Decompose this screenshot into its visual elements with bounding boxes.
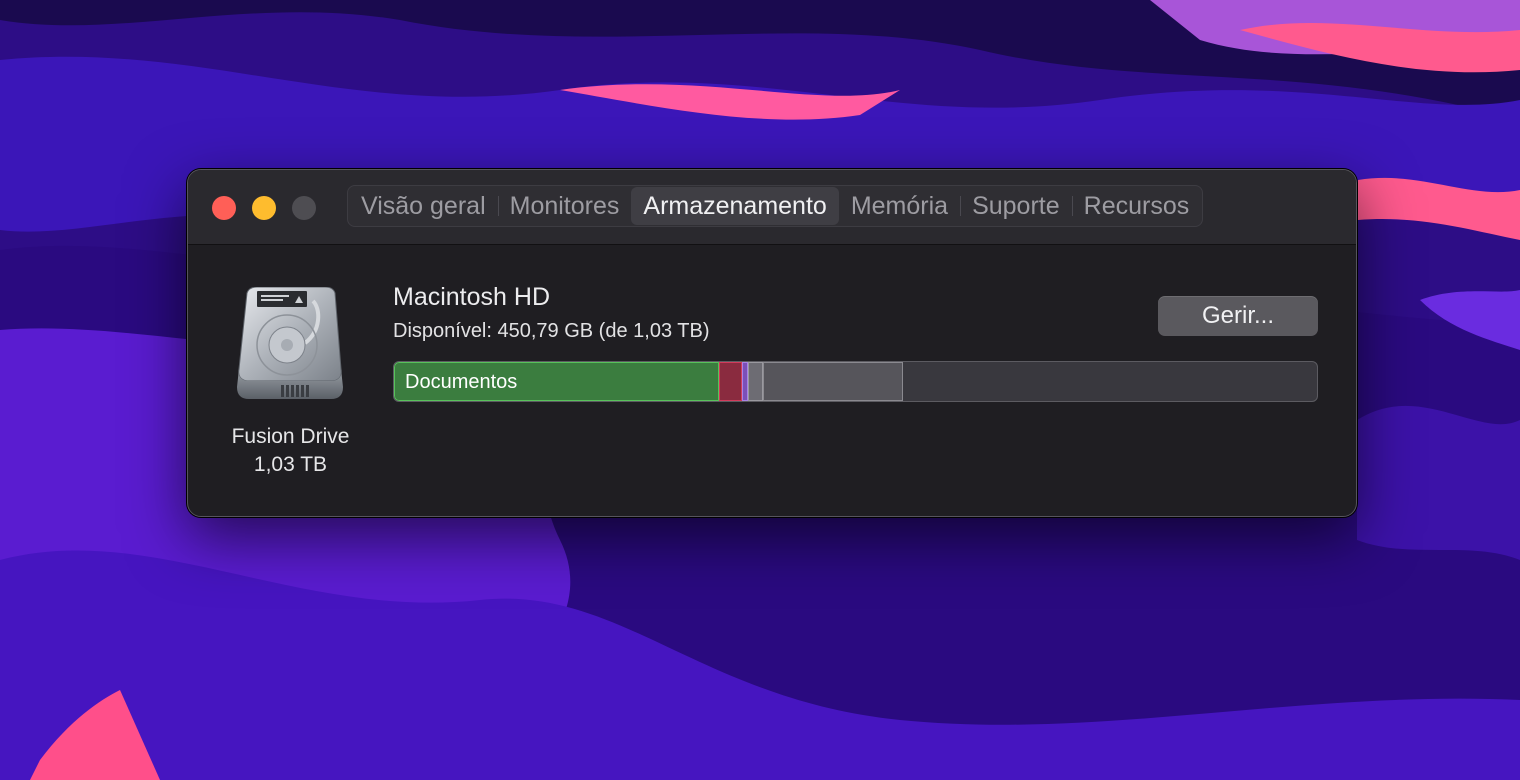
tab-recursos[interactable]: Recursos: [1071, 187, 1202, 225]
storage-panel: Fusion Drive 1,03 TB Macintosh HD Dispon…: [188, 245, 1356, 516]
title-bar: Visão geral Monitores Armazenamento Memó…: [188, 170, 1356, 245]
minimize-button[interactable]: [252, 196, 276, 220]
hard-drive-icon: [237, 287, 343, 399]
tab-monitores[interactable]: Monitores: [497, 187, 632, 225]
tab-bar: Visão geral Monitores Armazenamento Memó…: [347, 185, 1204, 227]
volume-available: Disponível: 450,79 GB (de 1,03 TB): [393, 320, 710, 342]
usage-segment-apps[interactable]: [719, 362, 742, 401]
usage-segment-other-light[interactable]: [748, 362, 763, 401]
tab-memoria[interactable]: Memória: [839, 187, 960, 225]
about-this-mac-window: Visão geral Monitores Armazenamento Memó…: [187, 169, 1357, 517]
zoom-button: [292, 196, 316, 220]
usage-segment-label: Documentos: [405, 371, 518, 393]
usage-segment-documentos[interactable]: Documentos: [394, 362, 719, 401]
close-button[interactable]: [212, 196, 236, 220]
disk-name: Fusion Drive: [231, 425, 350, 448]
volume-name: Macintosh HD: [393, 283, 550, 311]
tab-visao-geral[interactable]: Visão geral: [349, 187, 498, 225]
storage-usage-bar[interactable]: Documentos: [393, 361, 1318, 402]
tab-armazenamento[interactable]: Armazenamento: [631, 187, 839, 225]
disk-size: 1,03 TB: [253, 453, 328, 476]
tab-suporte[interactable]: Suporte: [960, 187, 1072, 225]
usage-segment-system[interactable]: [763, 362, 903, 401]
manage-button[interactable]: Gerir...: [1158, 296, 1318, 336]
